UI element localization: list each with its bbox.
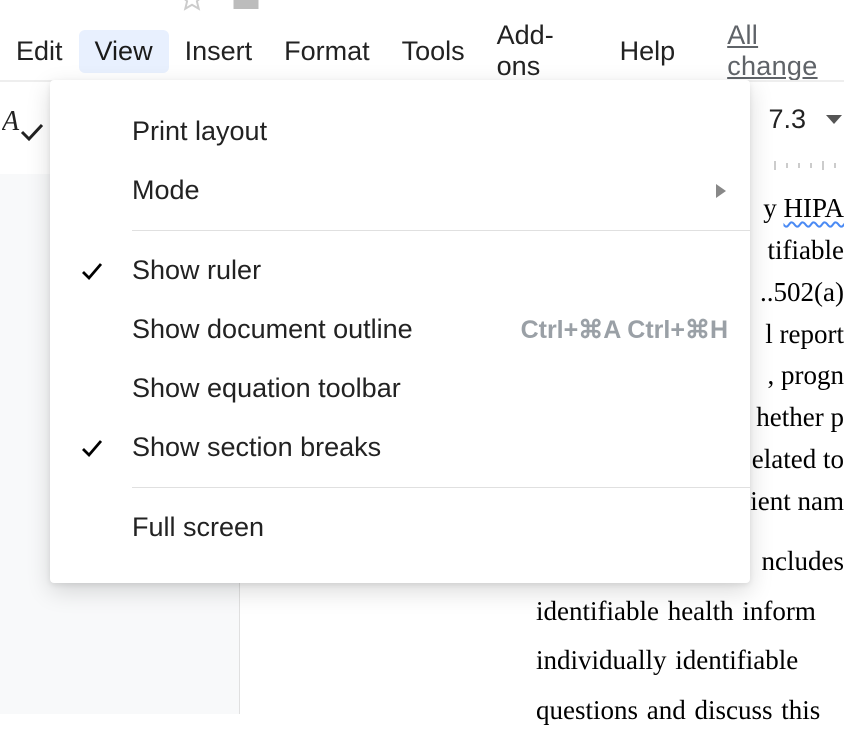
menu-divider	[132, 230, 750, 231]
menu-item-label: Print layout	[112, 116, 728, 147]
menu-addons[interactable]: Add-ons	[481, 14, 604, 88]
menu-item-show-outline[interactable]: Show document outline Ctrl+⌘A Ctrl+⌘H	[50, 300, 750, 359]
menu-item-full-screen[interactable]: Full screen	[50, 498, 750, 557]
menu-item-label: Full screen	[112, 512, 728, 543]
menu-bar: Edit View Insert Format Tools Add-ons He…	[0, 22, 844, 80]
text-fragment: identifiable health inform	[240, 591, 844, 633]
check-icon	[80, 261, 112, 281]
menu-item-show-section-breaks[interactable]: Show section breaks	[50, 418, 750, 477]
folder-move-icon[interactable]	[231, 0, 261, 12]
menu-item-label: Show section breaks	[112, 432, 728, 463]
document-title[interactable]: ıc HIPAA	[0, 0, 135, 8]
star-icon[interactable]	[179, 0, 205, 12]
menu-item-label: Show equation toolbar	[112, 373, 728, 404]
svg-text:A: A	[2, 108, 20, 137]
text-fragment: individually identifiable	[240, 640, 844, 682]
menu-item-label: Show document outline	[112, 314, 521, 345]
text-fragment: y	[763, 193, 783, 223]
spellcheck-word[interactable]: HIPA	[783, 193, 844, 223]
menu-item-print-layout[interactable]: Print layout	[50, 102, 750, 161]
menu-insert[interactable]: Insert	[169, 30, 269, 73]
menu-format[interactable]: Format	[268, 30, 386, 73]
check-icon	[80, 438, 112, 458]
menu-tools[interactable]: Tools	[386, 30, 481, 73]
menu-view[interactable]: View	[79, 30, 169, 73]
menu-item-shortcut: Ctrl+⌘A Ctrl+⌘H	[521, 315, 728, 345]
menu-divider	[132, 487, 750, 488]
zoom-value: 7.3	[768, 104, 806, 135]
zoom-control[interactable]: 7.3	[768, 104, 842, 135]
menu-item-mode[interactable]: Mode	[50, 161, 750, 220]
spellcheck-icon[interactable]: A	[2, 108, 46, 142]
all-changes-link[interactable]: All change	[727, 20, 844, 82]
text-fragment: questions and discuss this	[240, 690, 844, 732]
menu-item-label: Mode	[112, 175, 714, 206]
menu-help[interactable]: Help	[604, 30, 692, 73]
submenu-arrow-icon	[714, 183, 728, 199]
menu-edit[interactable]: Edit	[0, 30, 79, 73]
menu-item-show-equation[interactable]: Show equation toolbar	[50, 359, 750, 418]
chevron-down-icon	[826, 115, 842, 124]
menu-item-show-ruler[interactable]: Show ruler	[50, 241, 750, 300]
menu-item-label: Show ruler	[112, 255, 728, 286]
view-dropdown-menu: Print layout Mode Show ruler Show docume…	[50, 80, 750, 583]
document-title-bar: ıc HIPAA	[0, 0, 844, 22]
